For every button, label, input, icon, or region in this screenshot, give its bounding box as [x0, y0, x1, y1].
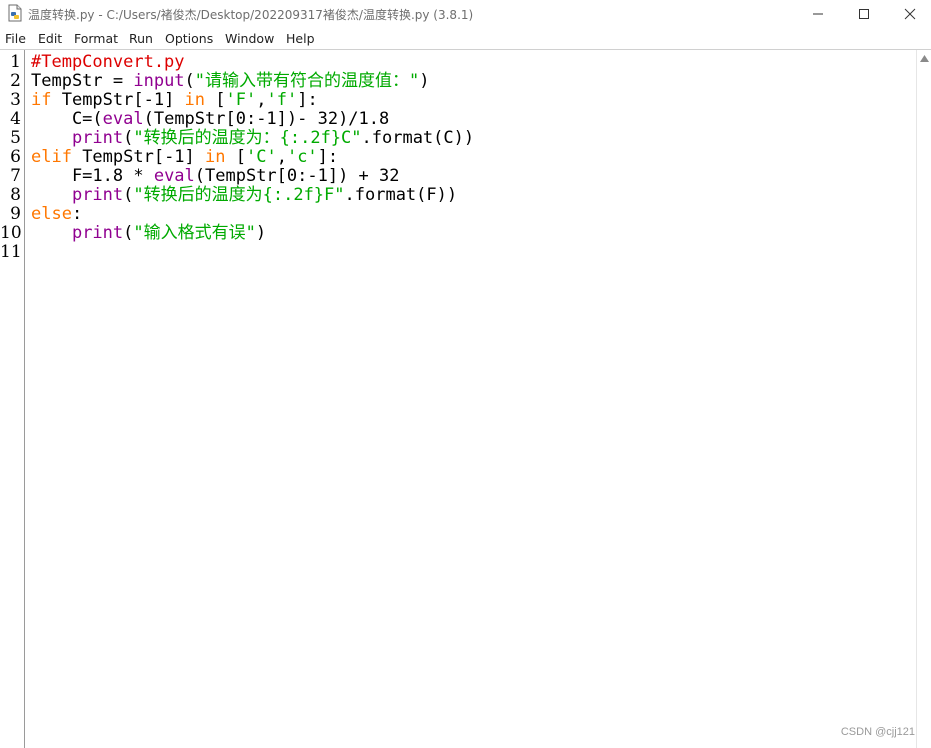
- code-token-default: ): [255, 223, 267, 243]
- line-number: 4: [10, 109, 21, 129]
- code-token-default: .format(F)): [344, 185, 458, 205]
- code-token-string: "输入格式有误": [133, 223, 256, 243]
- code-token-default: (TempStr[0:-1])- 32)/1.8: [143, 109, 390, 129]
- code-token-default: ]:: [297, 90, 318, 110]
- code-token-default: TempStr[-1]: [51, 90, 185, 110]
- code-token-builtin: input: [133, 71, 185, 91]
- code-token-string: "转换后的温度为：{:.2f}C": [133, 128, 362, 148]
- code-token-string: 'F': [225, 90, 257, 110]
- code-line: TempStr = input("请输入带有符合的温度值："): [31, 72, 430, 91]
- code-token-default: (: [123, 223, 134, 243]
- line-number: 9: [10, 204, 21, 224]
- code-editor[interactable]: #TempConvert.py TempStr = input("请输入带有符合的…: [25, 50, 915, 748]
- code-token-keyword: elif: [31, 147, 72, 167]
- menu-options[interactable]: Options: [165, 31, 213, 46]
- line-number: 1: [10, 52, 21, 72]
- line-number: 6: [10, 147, 21, 167]
- code-token-default: TempStr =: [31, 71, 134, 91]
- code-token-builtin: print: [71, 185, 124, 205]
- code-line: F=1.8 * eval(TempStr[0:-1]) + 32: [31, 166, 400, 186]
- menu-bar: File Edit Format Run Options Window Help: [0, 28, 931, 50]
- code-token-default: ): [419, 71, 430, 91]
- code-token-default: (: [123, 185, 134, 205]
- minimize-button[interactable]: [795, 0, 841, 28]
- window-title-version: (3.8.1): [429, 8, 474, 22]
- code-token-string: 'f': [266, 90, 298, 110]
- line-number: 3: [10, 90, 21, 110]
- window-title-path: C:/Users/褚俊杰/Desktop/202209317褚俊杰/温度转换.p…: [106, 8, 430, 22]
- code-token-builtin: eval: [153, 166, 195, 186]
- code-token-default: ,: [256, 90, 267, 110]
- code-token-default: F=1.8 *: [31, 166, 154, 186]
- code-token-string: "请输入带有符合的温度值：": [194, 71, 420, 91]
- code-token-builtin: print: [71, 223, 124, 243]
- code-token-builtin: print: [71, 128, 124, 148]
- scroll-up-arrow-icon[interactable]: [920, 55, 929, 62]
- code-token-keyword: if: [31, 90, 52, 110]
- code-token-keyword: in: [184, 90, 206, 110]
- code-line: print("转换后的温度为：{:.2f}C".format(C)): [31, 129, 474, 148]
- code-token-default: [31, 223, 72, 243]
- code-line: C=(eval(TempStr[0:-1])- 32)/1.8: [31, 110, 389, 129]
- code-token-keyword: in: [205, 147, 226, 167]
- code-line: elif TempStr[-1] in ['C','c']:: [31, 148, 338, 167]
- close-button[interactable]: [887, 0, 931, 28]
- vertical-scrollbar[interactable]: [916, 50, 931, 748]
- code-token-comment: #TempConvert.py: [31, 52, 185, 72]
- menu-window[interactable]: Window: [225, 31, 274, 46]
- code-token-string: 'C': [245, 147, 277, 167]
- code-line: if TempStr[-1] in ['F','f']:: [31, 91, 318, 110]
- code-line: print("输入格式有误"): [31, 224, 266, 243]
- title-bar: 温度转换.py - C:/Users/褚俊杰/Desktop/202209317…: [0, 0, 931, 28]
- code-token-default: (TempStr[0:-1]) + 32: [194, 166, 400, 186]
- maximize-icon: [859, 9, 869, 19]
- line-number: 11: [0, 242, 22, 262]
- code-line: #TempConvert.py: [31, 53, 185, 72]
- code-token-builtin: eval: [102, 109, 144, 129]
- code-token-default: :: [71, 204, 83, 224]
- code-line: else:: [31, 205, 82, 224]
- maximize-button[interactable]: [841, 0, 887, 28]
- line-number: 7: [10, 166, 21, 186]
- window-title-prefix: 温度转换.py -: [28, 8, 107, 22]
- code-token-default: .format(C)): [361, 128, 475, 148]
- code-token-default: [31, 128, 72, 148]
- minimize-icon: [813, 13, 823, 15]
- watermark: CSDN @cjj121: [840, 726, 915, 738]
- menu-run[interactable]: Run: [129, 31, 153, 46]
- line-number: 5: [10, 128, 21, 148]
- python-file-icon: [8, 4, 22, 22]
- code-line: print("转换后的温度为{:.2f}F".format(F)): [31, 186, 457, 205]
- menu-help[interactable]: Help: [286, 31, 315, 46]
- code-token-default: TempStr[-1]: [71, 147, 206, 167]
- code-token-default: (: [184, 71, 195, 91]
- line-number: 10: [0, 223, 22, 243]
- code-token-keyword: else: [31, 204, 72, 224]
- code-token-string: 'c': [286, 147, 318, 167]
- menu-edit[interactable]: Edit: [38, 31, 62, 46]
- code-token-default: (: [123, 128, 134, 148]
- line-number-gutter: 1 2 3 4 5 6 7 8 9 10 11: [0, 50, 25, 748]
- code-token-string: "转换后的温度为{:.2f}F": [133, 185, 345, 205]
- line-number: 2: [10, 71, 21, 91]
- code-token-default: C=(: [31, 109, 103, 129]
- code-token-default: [31, 185, 72, 205]
- line-number: 8: [10, 185, 21, 205]
- menu-format[interactable]: Format: [74, 31, 118, 46]
- window-title: 温度转换.py - C:/Users/褚俊杰/Desktop/202209317…: [28, 6, 473, 23]
- code-token-default: [: [205, 90, 226, 110]
- code-token-default: [: [225, 147, 246, 167]
- code-token-default: ,: [276, 147, 287, 167]
- close-icon: [904, 8, 916, 20]
- menu-file[interactable]: File: [5, 31, 26, 46]
- code-token-default: ]:: [317, 147, 339, 167]
